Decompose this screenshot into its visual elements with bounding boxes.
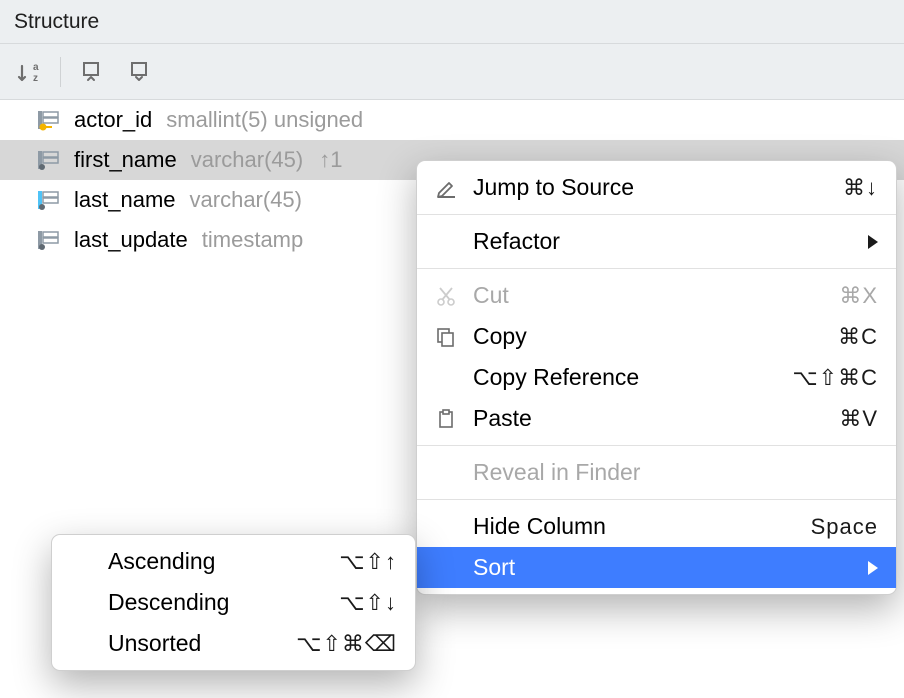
menu-divider [417,499,896,500]
spacer-icon [431,458,461,488]
menu-item-hide-column[interactable]: Hide Column Space [417,506,896,547]
menu-item-label: Descending [108,589,339,616]
menu-item-label: Reveal in Finder [473,459,878,486]
menu-item-copy[interactable]: Copy ⌘C [417,316,896,357]
menu-item-shortcut: ⌥⇧⌘C [792,365,878,391]
submenu-arrow-icon [868,235,878,249]
menu-item-shortcut: ⌘C [838,324,878,350]
spacer-icon [431,512,461,542]
menu-item-sort[interactable]: Sort [417,547,896,588]
menu-item-shortcut: ⌥⇧⌘⌫ [296,631,397,657]
menu-item-sort-descending[interactable]: Descending ⌥⇧↓ [52,582,415,623]
sort-alphabetically-icon[interactable]: a z [10,52,50,92]
column-name: first_name [74,147,177,173]
column-type: varchar(45) [190,187,302,213]
menu-item-label: Jump to Source [473,174,843,201]
spacer-icon [431,553,461,583]
menu-item-paste[interactable]: Paste ⌘V [417,398,896,439]
column-name: last_name [74,187,176,213]
menu-item-sort-ascending[interactable]: Ascending ⌥⇧↑ [52,541,415,582]
menu-item-shortcut: Space [811,514,878,540]
column-sort-indicator: ↑1 [319,147,342,173]
menu-item-label: Paste [473,405,839,432]
context-menu: Jump to Source ⌘↓ Refactor Cut ⌘X Copy [416,160,897,595]
column-row-actor-id[interactable]: actor_id smallint(5) unsigned [0,100,904,140]
column-type: timestamp [202,227,303,253]
menu-divider [417,268,896,269]
toolbar-separator [60,57,61,87]
menu-item-shortcut: ⌥⇧↓ [339,590,397,616]
submenu-arrow-icon [868,561,878,575]
menu-item-sort-unsorted[interactable]: Unsorted ⌥⇧⌘⌫ [52,623,415,664]
spacer-icon [66,588,96,618]
copy-icon [431,322,461,352]
menu-item-shortcut: ⌥⇧↑ [339,549,397,575]
edit-icon [431,173,461,203]
column-indexed-icon [38,189,64,211]
menu-item-shortcut: ⌘X [839,283,878,309]
menu-item-jump-to-source[interactable]: Jump to Source ⌘↓ [417,167,896,208]
menu-item-label: Unsorted [108,630,296,657]
menu-item-label: Cut [473,282,839,309]
column-pk-icon [38,109,64,131]
column-name: actor_id [74,107,152,133]
menu-item-label: Copy [473,323,838,350]
menu-item-shortcut: ⌘V [839,406,878,432]
menu-item-reveal-in-finder[interactable]: Reveal in Finder [417,452,896,493]
spacer-icon [431,227,461,257]
paste-icon [431,404,461,434]
menu-item-label: Hide Column [473,513,811,540]
column-type: varchar(45) [191,147,303,173]
menu-item-label: Copy Reference [473,364,792,391]
svg-text:a: a [33,62,39,73]
collapse-all-icon[interactable] [119,52,159,92]
spacer-icon [66,629,96,659]
menu-item-label: Ascending [108,548,339,575]
expand-all-icon[interactable] [71,52,111,92]
menu-divider [417,214,896,215]
column-icon [38,149,64,171]
structure-toolbar: a z [0,44,904,100]
cut-icon [431,281,461,311]
menu-item-cut[interactable]: Cut ⌘X [417,275,896,316]
panel-title: Structure [0,0,904,44]
menu-divider [417,445,896,446]
sort-submenu: Ascending ⌥⇧↑ Descending ⌥⇧↓ Unsorted ⌥⇧… [51,534,416,671]
column-name: last_update [74,227,188,253]
column-icon [38,229,64,251]
svg-text:z: z [33,73,38,84]
spacer-icon [66,547,96,577]
spacer-icon [431,363,461,393]
menu-item-label: Sort [473,554,868,581]
menu-item-shortcut: ⌘↓ [843,175,878,201]
menu-item-copy-reference[interactable]: Copy Reference ⌥⇧⌘C [417,357,896,398]
menu-item-label: Refactor [473,228,868,255]
menu-item-refactor[interactable]: Refactor [417,221,896,262]
column-type: smallint(5) unsigned [166,107,363,133]
